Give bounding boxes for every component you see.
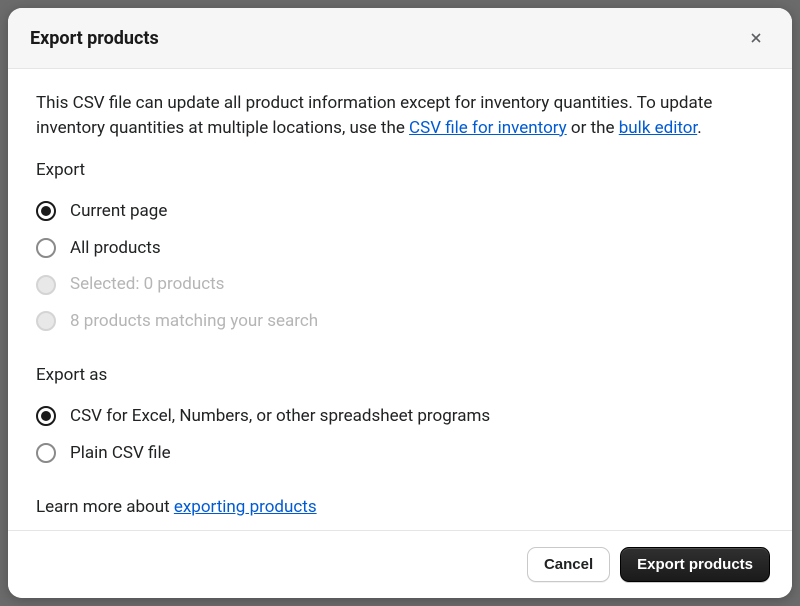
learn-more-text: Learn more about exporting products xyxy=(36,495,764,520)
radio-label: All products xyxy=(70,236,161,261)
modal-header: Export products xyxy=(8,8,792,69)
modal-title: Export products xyxy=(30,28,159,49)
radio-label: CSV for Excel, Numbers, or other spreads… xyxy=(70,404,490,429)
description-paragraph: This CSV file can update all product inf… xyxy=(36,91,764,140)
export-option-selected: Selected: 0 products xyxy=(36,266,764,303)
export-as-section-label: Export as xyxy=(36,363,764,388)
export-option-current-page[interactable]: Current page xyxy=(36,193,764,230)
description-text-2: or the xyxy=(567,118,619,138)
bulk-editor-link[interactable]: bulk editor xyxy=(619,118,697,138)
radio-label: Selected: 0 products xyxy=(70,272,224,297)
export-products-button[interactable]: Export products xyxy=(620,547,770,582)
export-section-label: Export xyxy=(36,158,764,183)
exporting-products-link[interactable]: exporting products xyxy=(174,497,317,517)
radio-icon xyxy=(36,443,56,463)
export-option-all-products[interactable]: All products xyxy=(36,230,764,267)
export-option-matching-search: 8 products matching your search xyxy=(36,303,764,340)
export-as-option-plain-csv[interactable]: Plain CSV file xyxy=(36,435,764,472)
radio-icon xyxy=(36,406,56,426)
modal-body: This CSV file can update all product inf… xyxy=(8,69,792,530)
radio-label: Current page xyxy=(70,199,167,224)
radio-icon xyxy=(36,275,56,295)
export-products-modal: Export products This CSV file can update… xyxy=(8,8,792,598)
radio-icon xyxy=(36,201,56,221)
description-text-3: . xyxy=(697,118,701,138)
radio-icon xyxy=(36,238,56,258)
export-scope-radio-group: Current page All products Selected: 0 pr… xyxy=(36,193,764,340)
export-as-option-excel-csv[interactable]: CSV for Excel, Numbers, or other spreads… xyxy=(36,398,764,435)
close-button[interactable] xyxy=(742,24,770,52)
learn-more-prefix: Learn more about xyxy=(36,497,174,517)
export-format-radio-group: CSV for Excel, Numbers, or other spreads… xyxy=(36,398,764,471)
modal-footer: Cancel Export products xyxy=(8,530,792,598)
csv-inventory-link[interactable]: CSV file for inventory xyxy=(409,118,567,138)
close-icon xyxy=(748,29,764,47)
radio-icon xyxy=(36,311,56,331)
radio-label: 8 products matching your search xyxy=(70,309,318,334)
radio-label: Plain CSV file xyxy=(70,441,171,466)
cancel-button[interactable]: Cancel xyxy=(527,547,610,582)
